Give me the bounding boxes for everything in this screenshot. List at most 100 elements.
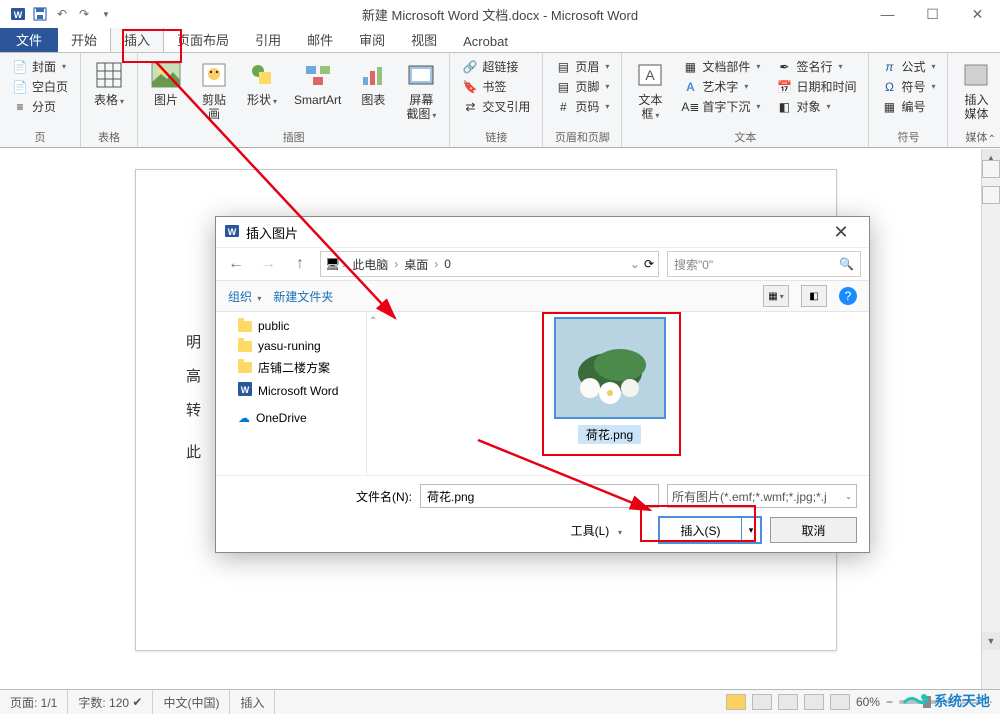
view-draft-icon[interactable] (830, 694, 850, 710)
wordart-button[interactable]: A艺术字▾ (680, 77, 762, 96)
folder-icon (238, 341, 252, 352)
dialog-close-button[interactable]: ✕ (821, 217, 861, 247)
new-folder-button[interactable]: 新建文件夹 (273, 288, 333, 305)
sidebar-item-yasu[interactable]: yasu-runing (216, 336, 366, 356)
file-list-area[interactable]: ⌃ 荷花.png (367, 312, 869, 475)
sidebar-item-onedrive[interactable]: ☁OneDrive (216, 408, 366, 428)
screenshot-button[interactable]: 屏幕截图▾ (399, 55, 443, 126)
page-break-button[interactable]: ≡分页 (10, 97, 70, 116)
status-language[interactable]: 中文(中国) (153, 690, 230, 714)
tab-acrobat[interactable]: Acrobat (450, 31, 521, 52)
media-button[interactable]: 插入媒体 (954, 55, 998, 126)
tab-file[interactable]: 文件 (0, 27, 58, 52)
folder-icon (238, 362, 252, 373)
sidebar-item-shop[interactable]: 店铺二楼方案 (216, 356, 366, 379)
organize-button[interactable]: 组织 ▾ (228, 288, 261, 305)
tab-references[interactable]: 引用 (242, 27, 294, 52)
number-button[interactable]: ▦编号 (879, 97, 937, 116)
insert-dropdown-icon[interactable]: ▾ (741, 518, 760, 542)
datetime-button[interactable]: 📅日期和时间 (774, 77, 858, 96)
maximize-button[interactable]: ☐ (910, 0, 955, 28)
view-web-icon[interactable] (778, 694, 798, 710)
dropcap-button[interactable]: A≣首字下沉▾ (680, 97, 762, 116)
sidebar-item-word[interactable]: WMicrosoft Word (216, 379, 366, 402)
status-zoom[interactable]: 60% (856, 695, 880, 709)
cover-page-button[interactable]: 📄封面▾ (10, 57, 70, 76)
file-thumbnail (554, 317, 666, 419)
tab-mailings[interactable]: 邮件 (294, 27, 346, 52)
bookmark-button[interactable]: 🔖书签 (460, 77, 532, 96)
view-print-layout-icon[interactable] (726, 694, 746, 710)
sidebar-item-public[interactable]: public (216, 316, 366, 336)
clipart-button[interactable]: 剪贴画 (192, 55, 236, 126)
quickparts-button[interactable]: ▦文档部件▾ (680, 57, 762, 76)
insert-picture-dialog: W 插入图片 ✕ ← → ↑ 🖥 › 此电脑 › 桌面 › 0 ⌄⟳ 搜索"0"… (215, 216, 870, 553)
crossref-button[interactable]: ⇄交叉引用 (460, 97, 532, 116)
doc-text-2: 高 (186, 360, 201, 394)
undo-icon[interactable]: ↶ (52, 4, 72, 24)
side-tool-1[interactable] (982, 160, 1000, 178)
group-tables-label: 表格 (87, 127, 131, 147)
save-icon[interactable] (30, 4, 50, 24)
group-headerfooter-label: 页眉和页脚 (549, 127, 615, 147)
cancel-button[interactable]: 取消 (770, 517, 857, 543)
zoom-out-button[interactable]: − (886, 695, 893, 709)
doc-text-1: 明 (186, 326, 201, 360)
tools-dropdown[interactable]: 工具(L) ▾ (571, 522, 622, 539)
tab-review[interactable]: 审阅 (346, 27, 398, 52)
blank-page-button[interactable]: 📄空白页 (10, 77, 70, 96)
view-outline-icon[interactable] (804, 694, 824, 710)
filetype-select[interactable]: 所有图片(*.emf;*.wmf;*.jpg;*.j⌄ (667, 484, 857, 508)
signature-button[interactable]: ✒签名行▾ (774, 57, 858, 76)
symbol-button[interactable]: Ω符号▾ (879, 77, 937, 96)
hyperlink-button[interactable]: 🔗超链接 (460, 57, 532, 76)
search-input[interactable]: 搜索"0" 🔍 (667, 251, 861, 277)
file-name-label: 荷花.png (578, 425, 641, 444)
doc-text-4: 此 (186, 436, 201, 470)
chart-button[interactable]: 图表 (351, 55, 395, 111)
shapes-button[interactable]: 形状▾ (240, 55, 284, 111)
qat-dropdown-icon[interactable]: ▼ (96, 4, 116, 24)
insert-button[interactable]: 插入(S) ▾ (658, 516, 762, 544)
status-words[interactable]: 字数: 120 ✔ (68, 690, 153, 714)
pagenum-button[interactable]: #页码▾ (553, 97, 611, 116)
header-button[interactable]: ▤页眉▾ (553, 57, 611, 76)
tab-home[interactable]: 开始 (58, 27, 110, 52)
object-button[interactable]: ◧对象▾ (774, 97, 858, 116)
side-tool-2[interactable] (982, 186, 1000, 204)
vertical-scrollbar[interactable]: ▲ ▼ (981, 149, 1000, 690)
footer-button[interactable]: ▤页脚▾ (553, 77, 611, 96)
view-fullscreen-icon[interactable] (752, 694, 772, 710)
help-icon[interactable]: ? (839, 287, 857, 305)
status-page[interactable]: 页面: 1/1 (0, 690, 68, 714)
breadcrumb-dropdown-icon[interactable]: ⌄ (630, 257, 640, 271)
nav-back-button[interactable]: ← (224, 252, 248, 276)
tab-view[interactable]: 视图 (398, 27, 450, 52)
tab-insert[interactable]: 插入 (110, 26, 164, 52)
close-button[interactable]: ✕ (955, 0, 1000, 28)
preview-pane-button[interactable]: ◧ (801, 285, 827, 307)
filename-input[interactable] (420, 484, 659, 508)
breadcrumb[interactable]: 🖥 › 此电脑 › 桌面 › 0 ⌄⟳ (320, 251, 659, 277)
redo-icon[interactable]: ↷ (74, 4, 94, 24)
group-pages-label: 页 (6, 127, 74, 147)
refresh-icon[interactable]: ⟳ (644, 257, 654, 271)
equation-button[interactable]: π公式▾ (879, 57, 937, 76)
nav-up-button[interactable]: ↑ (288, 252, 312, 276)
scroll-down-icon[interactable]: ▼ (982, 632, 1000, 650)
view-options-button[interactable]: ▦ ▾ (763, 285, 789, 307)
nav-forward-button[interactable]: → (256, 252, 280, 276)
smartart-button[interactable]: SmartArt (288, 55, 347, 111)
picture-button[interactable]: 图片 (144, 55, 188, 111)
dialog-app-icon: W (224, 223, 240, 242)
file-item-lotus[interactable]: 荷花.png (547, 317, 672, 444)
minimize-button[interactable]: — (865, 0, 910, 28)
textbox-button[interactable]: A文本框▾ (628, 55, 672, 126)
status-mode[interactable]: 插入 (230, 690, 275, 714)
tab-pagelayout[interactable]: 页面布局 (164, 27, 242, 52)
ribbon-collapse-icon[interactable]: ⌃ (988, 134, 996, 145)
svg-text:W: W (228, 227, 237, 237)
svg-text:A: A (646, 67, 656, 83)
word-app-icon: W (8, 4, 28, 24)
table-button[interactable]: 表格▾ (87, 55, 131, 111)
